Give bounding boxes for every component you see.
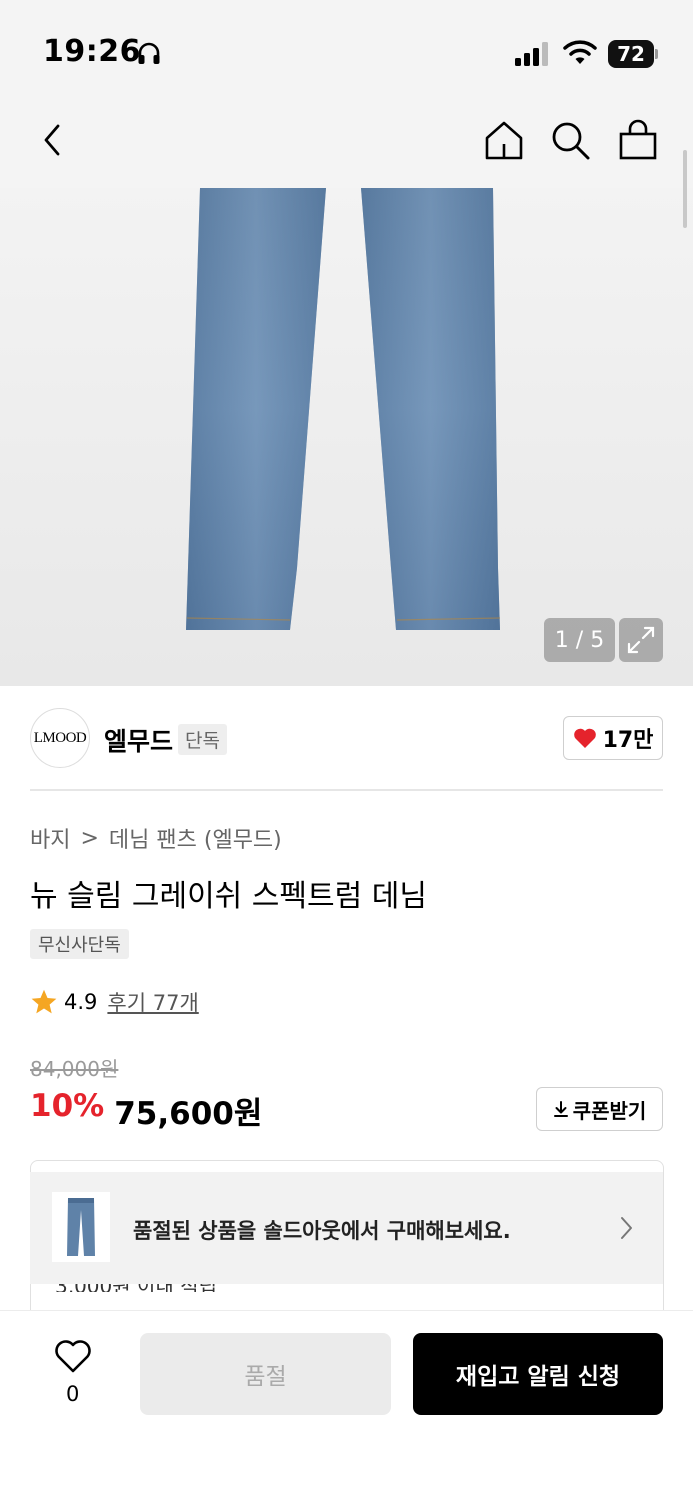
cellular-signal-icon xyxy=(515,42,548,66)
rating-value: 4.9 xyxy=(64,990,98,1014)
product-tag: 무신사단독 xyxy=(30,929,129,959)
shopping-bag-icon[interactable] xyxy=(616,118,660,162)
status-time: 19:26 xyxy=(43,34,141,69)
discount-rate: 10% xyxy=(30,1088,105,1124)
image-counter: 1 / 5 xyxy=(544,618,615,662)
brand-like-count: 17만 xyxy=(602,728,654,753)
product-title: 뉴 슬림 그레이쉬 스펙트럼 데님 xyxy=(30,879,427,914)
soldout-button[interactable]: 품절 xyxy=(140,1333,391,1415)
download-icon xyxy=(553,1101,568,1117)
breadcrumb-category[interactable]: 바지 xyxy=(30,822,70,854)
brand-logo[interactable]: LMOOD xyxy=(30,708,90,768)
rating-row: 4.9 후기 77개 xyxy=(30,987,199,1017)
wishlist-heart-icon[interactable] xyxy=(54,1338,92,1374)
battery-tip xyxy=(655,49,658,59)
original-price: 84,000원 xyxy=(30,1057,119,1081)
wishlist-count: 0 xyxy=(66,1382,80,1406)
headphones-icon xyxy=(138,42,160,64)
product-image[interactable] xyxy=(0,188,693,686)
jeans-thumbnail-image xyxy=(67,1198,95,1256)
wifi-icon xyxy=(563,40,597,64)
coupon-label: 쿠폰받기 xyxy=(572,1098,647,1123)
breadcrumb: 바지 > 데님 팬츠 (엘무드) xyxy=(30,822,282,854)
battery-indicator: 72 xyxy=(608,40,654,68)
divider xyxy=(30,789,663,791)
restock-alert-button[interactable]: 재입고 알림 신청 xyxy=(413,1333,663,1415)
review-link[interactable]: 후기 77개 xyxy=(107,987,198,1017)
expand-icon[interactable] xyxy=(619,618,663,662)
soldout-banner-text: 품절된 상품을 솔드아웃에서 구매해보세요. xyxy=(133,1219,511,1243)
coupon-button[interactable]: 쿠폰받기 xyxy=(536,1087,663,1131)
search-icon[interactable] xyxy=(548,118,592,162)
jeans-image xyxy=(186,188,501,630)
price-row: 10% 75,600원 xyxy=(30,1088,262,1133)
exclusive-badge: 단독 xyxy=(178,724,227,755)
chevron-right-icon xyxy=(621,1217,632,1239)
breadcrumb-separator: > xyxy=(80,825,99,851)
heart-filled-icon xyxy=(573,728,596,748)
brand-like-button[interactable]: 17만 xyxy=(563,716,663,760)
home-icon[interactable] xyxy=(482,118,526,162)
sale-price: 75,600원 xyxy=(114,1096,263,1132)
star-icon xyxy=(31,989,57,1014)
brand-name[interactable]: 엘무드 xyxy=(104,722,173,758)
breadcrumb-subcategory[interactable]: 데님 팬츠 (엘무드) xyxy=(109,822,282,854)
scrollbar[interactable] xyxy=(683,150,687,228)
banner-thumbnail xyxy=(52,1192,110,1262)
back-icon[interactable] xyxy=(30,118,74,162)
